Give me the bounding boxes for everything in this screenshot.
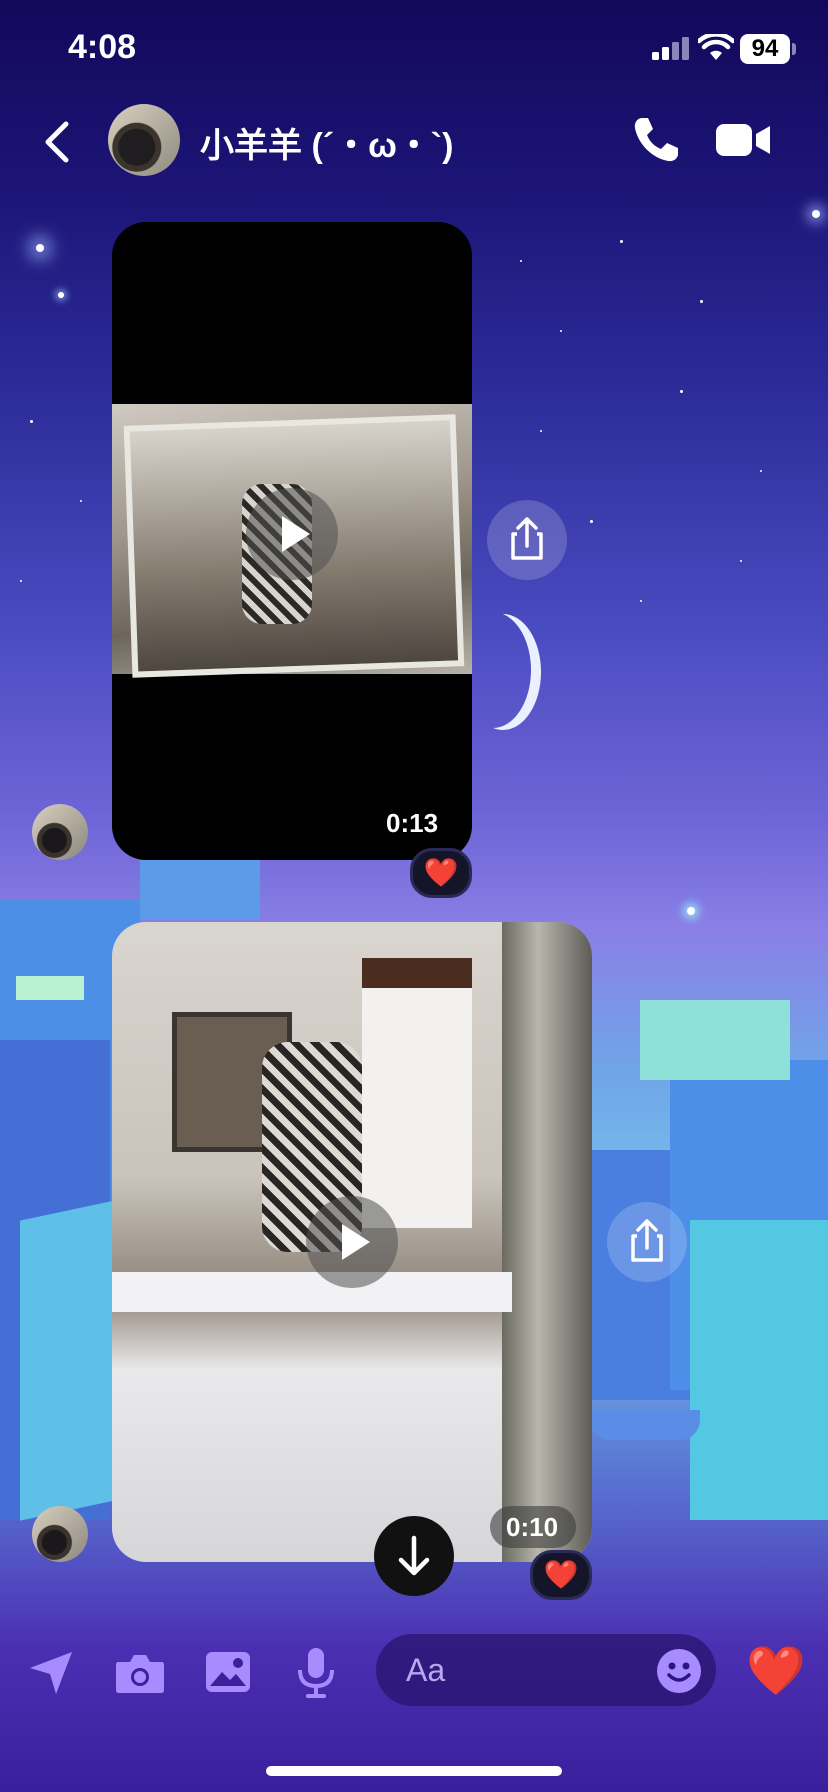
phone-icon xyxy=(634,118,678,162)
play-button[interactable] xyxy=(246,488,338,580)
play-button[interactable] xyxy=(306,1196,398,1288)
heart-reaction[interactable]: ❤️ xyxy=(530,1550,592,1600)
location-arrow-icon xyxy=(30,1652,72,1694)
share-button[interactable] xyxy=(487,500,567,580)
sender-avatar[interactable] xyxy=(32,1506,88,1562)
camera-icon xyxy=(116,1655,164,1693)
smiley-icon xyxy=(657,1649,701,1693)
emoji-button[interactable] xyxy=(656,1648,702,1694)
wifi-icon xyxy=(696,32,736,62)
share-icon xyxy=(631,1219,663,1262)
video-call-button[interactable] xyxy=(716,120,772,160)
video-message-1[interactable]: 0:13 xyxy=(112,222,472,860)
phone-call-button[interactable] xyxy=(630,114,682,166)
home-indicator xyxy=(266,1766,562,1776)
sender-avatar[interactable] xyxy=(32,804,88,860)
video-message-2[interactable]: 0:10 xyxy=(112,922,592,1562)
battery-tip xyxy=(792,43,796,55)
battery-level: 94 xyxy=(751,35,779,62)
microphone-icon xyxy=(298,1648,334,1698)
share-icon xyxy=(511,517,543,560)
contact-name[interactable]: 小羊羊 (´・ω・`) xyxy=(200,118,453,167)
camera-button[interactable] xyxy=(114,1650,166,1696)
play-icon xyxy=(342,1224,370,1260)
video-camera-icon xyxy=(716,124,770,156)
voice-message-button[interactable] xyxy=(296,1646,336,1700)
scroll-to-bottom-button[interactable] xyxy=(374,1516,454,1596)
location-button[interactable] xyxy=(26,1648,76,1698)
video-duration: 0:10 xyxy=(506,1512,559,1542)
play-icon xyxy=(282,516,310,552)
arrow-down-icon xyxy=(398,1535,430,1576)
cellular-signal-icon xyxy=(652,36,692,62)
battery-indicator: 94 xyxy=(740,34,790,64)
share-button[interactable] xyxy=(607,1202,687,1282)
heart-reaction[interactable]: ❤️ xyxy=(410,848,472,898)
message-input-placeholder: Aa xyxy=(406,1652,446,1688)
video-duration: 0:13 xyxy=(386,808,439,838)
chevron-left-icon xyxy=(45,121,69,163)
back-button[interactable] xyxy=(36,112,80,172)
status-time: 4:08 xyxy=(68,28,137,66)
like-reaction-button[interactable]: ❤️ xyxy=(746,1644,806,1700)
photo-icon xyxy=(206,1652,250,1692)
contact-avatar[interactable] xyxy=(108,104,180,176)
chat-screen: 4:08 94 小羊羊 (´・ω・`) 0:13 ❤️ 0:10 ❤️ Aa ❤… xyxy=(0,0,828,1792)
gallery-button[interactable] xyxy=(204,1648,252,1696)
